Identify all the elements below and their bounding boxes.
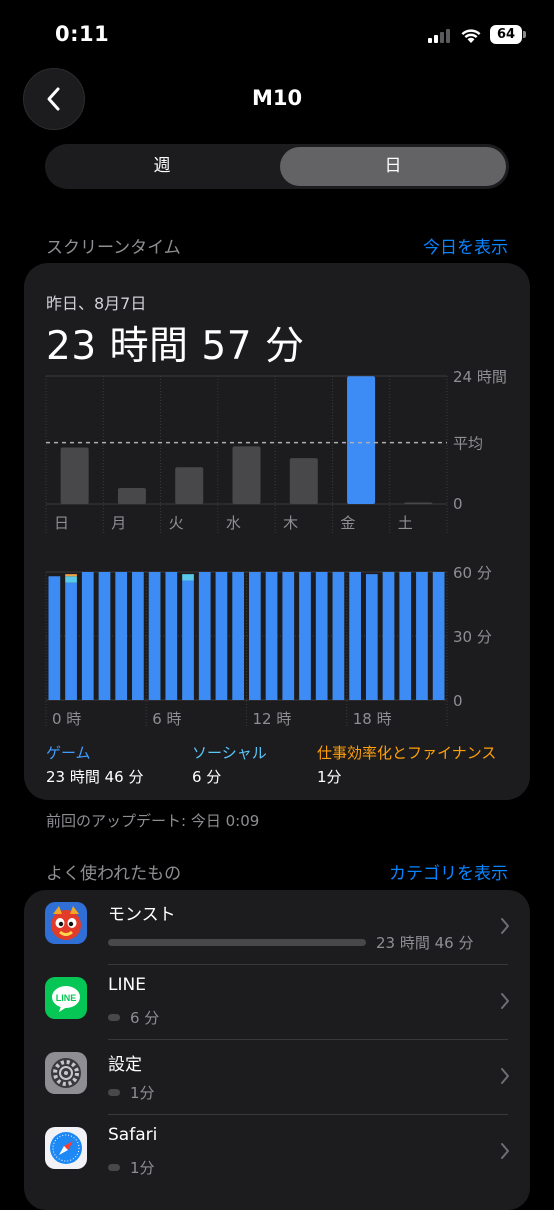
hour-bar-7-s0 (165, 572, 178, 700)
hour-bar-15-s0 (299, 572, 311, 700)
usage-bar (108, 1089, 120, 1096)
hour-bar-6-s0 (148, 572, 161, 700)
hour-bar-19-s0 (365, 574, 378, 700)
usage-bar (108, 1164, 120, 1171)
hour-bar-1-s2 (65, 574, 77, 577)
app-row-safari[interactable]: Safari 1分 (24, 1115, 530, 1190)
hour-tick-label: 0 時 (52, 710, 81, 728)
hour-bar-21-s0 (399, 572, 412, 700)
hour-bar-0-s0 (48, 576, 61, 700)
hour-bar-14-s0 (282, 572, 295, 700)
week-y-tick-zero: 0 (453, 495, 463, 513)
week-bar-3 (232, 446, 261, 504)
hour-bar-4-s0 (115, 572, 128, 700)
week-bar-2 (175, 467, 204, 504)
week-tick-label: 火 (169, 514, 184, 532)
app-duration: 1分 (130, 1084, 155, 1102)
hour-bar-20-s0 (382, 572, 395, 700)
usage-charts: 日 月 火 水 木 金 土 平均 24 時間 0 0 時 6 時 12 時 18 時 60 分 30 分 0 (45, 368, 507, 728)
week-tick-label: 金 (340, 514, 355, 532)
week-tick-label: 土 (398, 514, 413, 532)
app-name: モンスト (108, 905, 176, 925)
week-bar-1 (117, 488, 146, 504)
legend-value-games: 23 時間 46 分 (46, 768, 144, 786)
legend-value-productivity: 1分 (317, 768, 342, 786)
average-label: 平均 (453, 435, 483, 453)
hour-bar-11-s0 (232, 572, 244, 700)
hour-tick-label: 6 時 (152, 710, 181, 728)
hour-bar-13-s0 (265, 572, 278, 700)
week-bar-0 (60, 447, 89, 504)
legend-label-social: ソーシャル (192, 744, 267, 762)
hour-bar-17-s0 (332, 572, 345, 700)
hour-bar-9-s0 (198, 572, 211, 700)
hour-y-tick: 30 分 (453, 628, 492, 646)
week-tick-label: 木 (283, 514, 298, 532)
app-row-settings[interactable]: 設定 1分 (24, 1040, 530, 1115)
app-name: Safari (108, 1125, 158, 1145)
app-duration: 23 時間 46 分 (376, 934, 474, 952)
chevron-right-icon (501, 918, 509, 934)
week-tick-label: 水 (226, 514, 241, 532)
app-duration: 1分 (130, 1159, 155, 1177)
app-name: 設定 (108, 1055, 142, 1075)
week-tick-label: 月 (111, 514, 126, 532)
chevron-right-icon (501, 1143, 509, 1159)
hour-y-tick: 0 (453, 692, 463, 710)
hour-tick-label: 18 時 (353, 710, 392, 728)
hour-bar-10-s0 (215, 572, 228, 700)
legend-value-social: 6 分 (192, 768, 222, 786)
app-duration: 6 分 (130, 1009, 160, 1027)
hour-bar-18-s0 (349, 572, 361, 700)
app-row-monst[interactable]: モンスト 23 時間 46 分 (24, 890, 530, 965)
hour-bar-2-s0 (81, 572, 94, 700)
monst-icon (45, 902, 87, 944)
app-name: LINE (108, 975, 146, 995)
hour-bar-12-s0 (249, 572, 261, 700)
app-row-line[interactable]: LINE LINE 6 分 (24, 965, 530, 1040)
week-tick-label: 日 (54, 514, 69, 532)
line-icon: LINE (45, 977, 87, 1019)
hour-tick-label: 12 時 (253, 710, 292, 728)
hour-bar-8-s1 (182, 574, 194, 581)
hour-bar-22-s0 (416, 572, 428, 700)
chevron-right-icon (501, 993, 509, 1009)
usage-bar (108, 939, 366, 946)
most-used-list: モンスト 23 時間 46 分 LINE LINE 6 分 設定 1分 Safa… (24, 890, 530, 1210)
settings-icon (45, 1052, 87, 1094)
last-update-note: 前回のアップデート: 今日 0:09 (46, 812, 260, 830)
week-bar-4 (289, 458, 318, 504)
hour-bar-5-s0 (132, 572, 144, 700)
legend-label-games: ゲーム (46, 744, 91, 762)
hour-bar-3-s0 (98, 572, 111, 700)
week-y-tick-max: 24 時間 (453, 368, 507, 386)
hour-bar-8-s0 (182, 580, 194, 700)
legend-label-productivity: 仕事効率化とファイナンス (317, 744, 497, 762)
hour-bar-16-s0 (315, 572, 328, 700)
usage-bar (108, 1014, 120, 1021)
hour-bar-1-s0 (65, 582, 77, 700)
most-used-section-title: よく使われたもの (46, 864, 182, 884)
chevron-right-icon (501, 1068, 509, 1084)
show-categories-link[interactable]: カテゴリを表示 (389, 859, 508, 884)
week-bar-6 (404, 502, 433, 504)
hour-y-tick: 60 分 (453, 564, 492, 582)
hour-bar-23-s0 (432, 572, 445, 700)
hour-bar-1-s1 (65, 576, 77, 583)
svg-text:LINE: LINE (56, 993, 77, 1003)
week-bar-5 (347, 376, 376, 504)
safari-icon (45, 1127, 87, 1169)
